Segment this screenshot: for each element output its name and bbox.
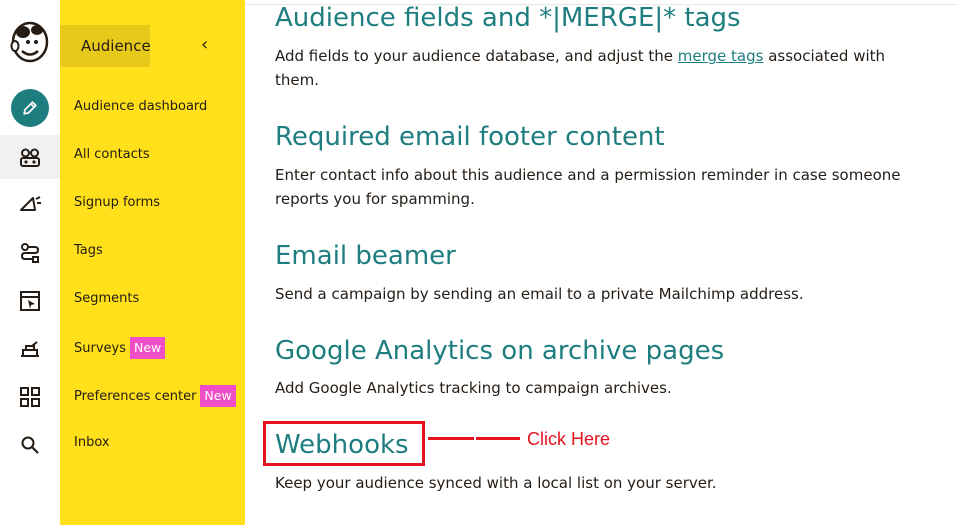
content-studio-icon[interactable] bbox=[0, 327, 60, 371]
subnav-item-surveys[interactable]: Surveys New bbox=[74, 337, 166, 359]
collapse-chevron-icon[interactable]: ‹ bbox=[201, 36, 208, 54]
section-desc-webhooks: Keep your audience synced with a local l… bbox=[275, 474, 717, 492]
subnav-item-label: Surveys bbox=[74, 340, 126, 356]
new-badge: New bbox=[130, 337, 166, 359]
subnav-item-label: Tags bbox=[74, 243, 103, 258]
subnav-item-audience-dashboard[interactable]: Audience dashboard bbox=[74, 99, 207, 114]
website-icon[interactable] bbox=[0, 279, 60, 323]
section-title-google-analytics[interactable]: Google Analytics on archive pages bbox=[275, 336, 724, 366]
section-desc-footer-content: Enter contact info about this audience a… bbox=[275, 166, 901, 208]
section-title-audience-fields[interactable]: Audience fields and *|MERGE|* tags bbox=[275, 3, 741, 33]
icon-rail bbox=[0, 0, 61, 525]
subnav-item-segments[interactable]: Segments bbox=[74, 291, 139, 306]
section-desc-email-beamer: Send a campaign by sending an email to a… bbox=[275, 285, 804, 303]
subnav-item-label: Signup forms bbox=[74, 195, 161, 210]
automations-icon[interactable] bbox=[0, 231, 60, 275]
audience-subnav: Audience ‹ Audience dashboard All contac… bbox=[60, 0, 245, 525]
desc-text: Add fields to your audience database, an… bbox=[275, 47, 678, 65]
annotation-click-here: Click Here bbox=[527, 429, 611, 449]
section-desc-google-analytics: Add Google Analytics tracking to campaig… bbox=[275, 379, 672, 397]
section-title-email-beamer[interactable]: Email beamer bbox=[275, 241, 456, 271]
subnav-item-label: Audience dashboard bbox=[74, 99, 208, 114]
subnav-item-label: Inbox bbox=[74, 435, 110, 450]
subnav-item-label: Segments bbox=[74, 291, 140, 306]
subnav-item-label: All contacts bbox=[74, 147, 150, 162]
subnav-item-signup-forms[interactable]: Signup forms bbox=[74, 195, 160, 210]
subnav-item-all-contacts[interactable]: All contacts bbox=[74, 147, 150, 162]
section-desc-audience-fields: Add fields to your audience database, an… bbox=[275, 44, 905, 92]
subnav-item-label: Preferences center bbox=[74, 388, 197, 404]
section-title-footer-content[interactable]: Required email footer content bbox=[275, 122, 665, 152]
pencil-create-icon[interactable] bbox=[11, 89, 49, 127]
merge-tags-link[interactable]: merge tags bbox=[678, 47, 764, 65]
integrations-grid-icon[interactable] bbox=[0, 375, 60, 419]
mailchimp-logo[interactable] bbox=[6, 18, 54, 68]
new-badge: New bbox=[200, 385, 236, 407]
subnav-item-preferences-center[interactable]: Preferences center New bbox=[74, 385, 236, 407]
campaigns-icon[interactable] bbox=[0, 183, 60, 227]
subnav-header-title[interactable]: Audience bbox=[81, 37, 151, 55]
audience-icon[interactable] bbox=[0, 135, 60, 179]
annotation-connector-line bbox=[428, 437, 474, 440]
search-icon[interactable] bbox=[0, 423, 60, 467]
subnav-item-tags[interactable]: Tags bbox=[74, 243, 103, 258]
subnav-item-inbox[interactable]: Inbox bbox=[74, 435, 110, 450]
webhooks-highlight-box bbox=[263, 421, 425, 466]
annotation-connector-line bbox=[476, 437, 520, 440]
